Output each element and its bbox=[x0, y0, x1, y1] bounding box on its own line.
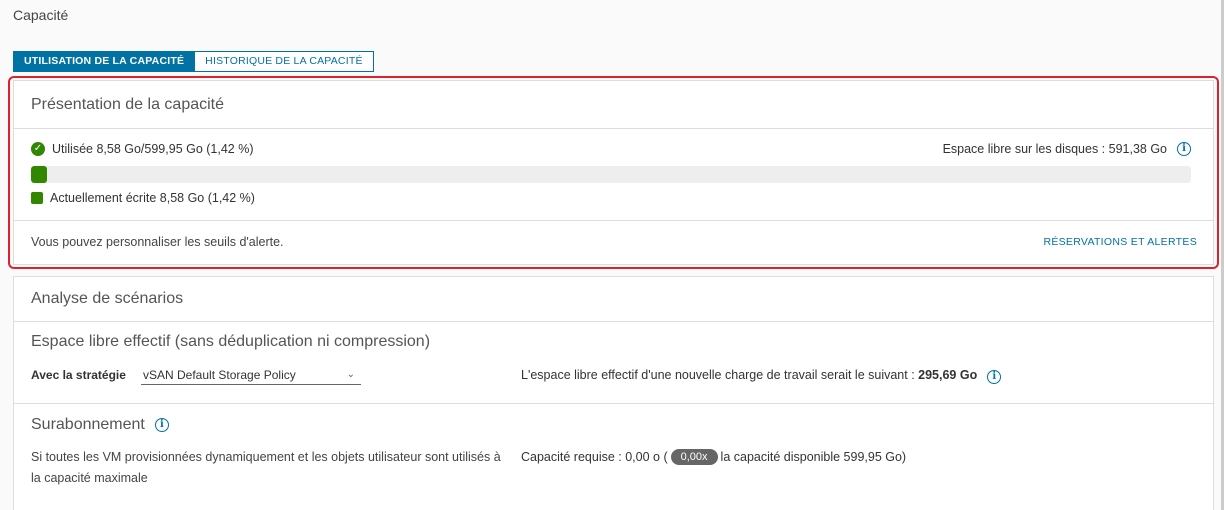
oversub-title-row: Surabonnement i bbox=[31, 416, 169, 434]
required-prefix: Capacité requise : 0,00 o ( bbox=[521, 450, 668, 464]
chevron-down-icon: ⌄ bbox=[346, 369, 355, 380]
reservations-alerts-link[interactable]: RÉSERVATIONS ET ALERTES bbox=[1043, 236, 1197, 248]
free-space-row: Espace libre sur les disques : 591,38 Go… bbox=[943, 142, 1191, 156]
used-row: ✓ Utilisée 8,58 Go/599,95 Go (1,42 %) bbox=[31, 142, 254, 156]
required-suffix: la capacité disponible 599,95 Go) bbox=[720, 450, 907, 464]
used-label: Utilisée 8,58 Go/599,95 Go (1,42 %) bbox=[52, 142, 254, 156]
overview-title: Présentation de la capacité bbox=[14, 81, 1213, 129]
free-space-label: Espace libre sur les disques : 591,38 Go bbox=[942, 142, 1167, 156]
page-title: Capacité bbox=[13, 7, 69, 23]
tab-bar: UTILISATION DE LA CAPACITÉ HISTORIQUE DE… bbox=[13, 51, 374, 72]
oversubscription-section: Surabonnement i Si toutes les VM provisi… bbox=[14, 404, 1213, 510]
oversub-title: Surabonnement bbox=[31, 416, 145, 433]
tab-capacity-usage[interactable]: UTILISATION DE LA CAPACITÉ bbox=[13, 51, 196, 72]
overview-footer: Vous pouvez personnaliser les seuils d'a… bbox=[14, 221, 1213, 266]
effective-result-value: 295,69 Go bbox=[918, 368, 978, 382]
alert-threshold-text: Vous pouvez personnaliser les seuils d'a… bbox=[31, 235, 284, 249]
effective-result: L'espace libre effectif d'une nouvelle c… bbox=[521, 368, 1002, 384]
info-icon[interactable]: i bbox=[154, 418, 169, 432]
scenario-analysis-card: Analyse de scénarios Espace libre effect… bbox=[13, 276, 1214, 510]
effective-free-space-section: Espace libre effectif (sans déduplicatio… bbox=[14, 322, 1213, 404]
capacity-bar-fill bbox=[31, 166, 48, 183]
storage-policy-value: vSAN Default Storage Policy bbox=[143, 368, 296, 382]
effective-result-prefix: L'espace libre effectif d'une nouvelle c… bbox=[521, 368, 919, 382]
legend-row: Actuellement écrite 8,58 Go (1,42 %) bbox=[31, 191, 255, 205]
info-icon[interactable]: i bbox=[1177, 142, 1191, 156]
tab-capacity-history[interactable]: HISTORIQUE DE LA CAPACITÉ bbox=[195, 51, 374, 72]
oversub-description: Si toutes les VM provisionnées dynamique… bbox=[31, 450, 501, 485]
capacity-overview-card: Présentation de la capacité ✓ Utilisée 8… bbox=[13, 80, 1214, 265]
effective-title: Espace libre effectif (sans déduplicatio… bbox=[31, 333, 431, 350]
check-circle-icon: ✓ bbox=[31, 142, 45, 156]
scenario-title: Analyse de scénarios bbox=[14, 277, 1213, 322]
capacity-bar bbox=[31, 166, 1191, 183]
storage-policy-select[interactable]: vSAN Default Storage Policy ⌄ bbox=[141, 365, 361, 385]
overview-body: ✓ Utilisée 8,58 Go/599,95 Go (1,42 %) Es… bbox=[14, 129, 1213, 221]
required-capacity: Capacité requise : 0,00 o ( 0,00x la cap… bbox=[521, 449, 906, 465]
legend-swatch-icon bbox=[31, 192, 43, 204]
ratio-badge: 0,00x bbox=[670, 449, 718, 465]
policy-label: Avec la stratégie bbox=[31, 368, 126, 382]
legend-label: Actuellement écrite 8,58 Go (1,42 %) bbox=[50, 191, 255, 205]
info-icon[interactable]: i bbox=[987, 370, 1002, 384]
